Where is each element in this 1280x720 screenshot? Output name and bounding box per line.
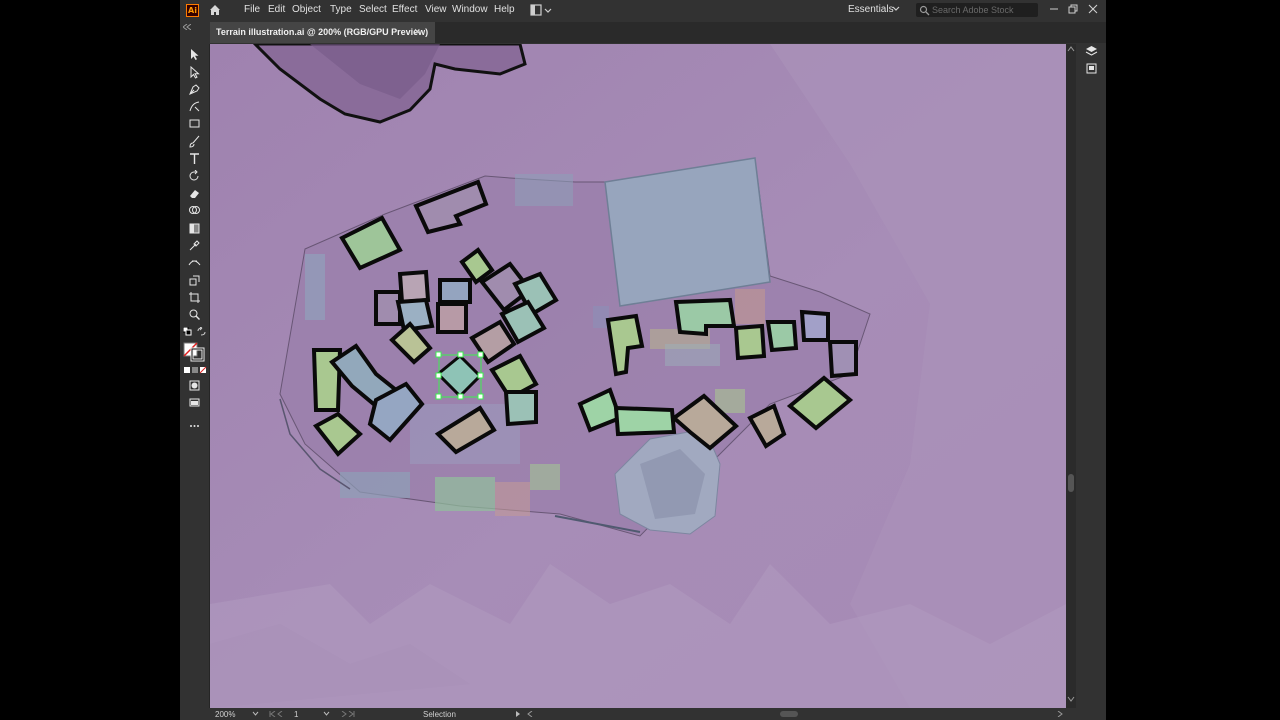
draw-mode-icon[interactable] [188,379,201,392]
arrange-documents-icon[interactable] [530,4,552,16]
workspace-switcher[interactable]: Essentials [848,4,894,15]
default-colors-icon[interactable] [183,327,192,336]
tools-panel [180,44,210,708]
selection-tool-icon[interactable] [188,48,201,61]
first-artboard-icon[interactable] [268,711,286,717]
horizontal-scroll-thumb[interactable] [780,711,798,717]
menu-edit[interactable]: Edit [268,4,285,15]
scroll-left-icon[interactable] [527,711,534,717]
zoom-dropdown-icon[interactable] [252,711,259,717]
color-mode-buttons[interactable] [183,366,207,374]
type-tool-icon[interactable] [188,152,201,165]
artboard-tool-icon[interactable] [188,291,201,304]
layers-panel-icon[interactable] [1085,44,1098,57]
close-tab-icon[interactable]: × [414,26,420,38]
home-icon[interactable] [208,3,222,17]
paintbrush-tool-icon[interactable] [188,135,201,148]
search-placeholder: Search Adobe Stock [932,5,1014,15]
next-artboard-icon[interactable] [338,711,356,717]
minimize-icon[interactable] [1048,3,1060,15]
menu-object[interactable]: Object [292,4,321,15]
chevron-down-icon[interactable] [892,5,900,13]
zoom-tool-icon[interactable] [188,308,201,321]
rectangle-tool-icon[interactable] [188,117,201,130]
right-panel-dock [1077,44,1106,708]
vertical-scroll-thumb[interactable] [1068,474,1074,492]
curvature-tool-icon[interactable] [188,100,201,113]
menu-window[interactable]: Window [452,4,488,15]
status-menu-icon[interactable] [515,711,522,717]
app-logo-icon: Ai [186,4,199,17]
more-tools-icon[interactable] [188,419,201,432]
document-tab-title: Terrain illustration.ai @ 200% (RGB/GPU … [216,27,429,37]
menu-help[interactable]: Help [494,4,515,15]
status-bar: 200% 1 Selection [180,708,1106,720]
artboard-number[interactable]: 1 [294,710,298,719]
menu-view[interactable]: View [425,4,447,15]
menu-select[interactable]: Select [359,4,387,15]
current-tool-label: Selection [423,710,456,719]
stock-search-input[interactable]: Search Adobe Stock [916,3,1038,17]
eyedropper-tool-icon[interactable] [188,239,201,252]
document-tab-bar: Terrain illustration.ai @ 200% (RGB/GPU … [210,22,1106,43]
scroll-up-icon[interactable] [1067,46,1075,52]
swap-colors-icon[interactable] [197,327,206,336]
direct-selection-tool-icon[interactable] [188,66,201,79]
terrain-illustration [210,44,1066,708]
fill-stroke-swatch[interactable] [183,342,205,362]
menu-effect[interactable]: Effect [392,4,417,15]
eraser-tool-icon[interactable] [188,187,201,200]
libraries-panel-icon[interactable] [1085,62,1098,75]
menu-type[interactable]: Type [330,4,352,15]
close-window-icon[interactable] [1087,3,1099,15]
pen-tool-icon[interactable] [188,83,201,96]
width-tool-icon[interactable] [188,256,201,269]
screen-mode-icon[interactable] [188,396,201,409]
restore-icon[interactable] [1067,3,1079,15]
zoom-level[interactable]: 200% [215,710,235,719]
artboard-canvas[interactable] [210,44,1066,708]
vertical-scrollbar[interactable] [1066,44,1076,708]
scroll-down-icon[interactable] [1067,696,1075,702]
illustrator-window: Ai File Edit Object Type Select Effect V… [180,0,1106,720]
rotate-tool-icon[interactable] [188,170,201,183]
search-icon [919,5,930,16]
collapse-toolbar-icon[interactable] [183,24,191,30]
menu-file[interactable]: File [244,4,260,15]
shape-builder-tool-icon[interactable] [188,204,201,217]
scroll-right-icon[interactable] [1056,711,1063,717]
document-tab[interactable]: Terrain illustration.ai @ 200% (RGB/GPU … [210,22,435,43]
gradient-tool-icon[interactable] [188,222,201,235]
scale-tool-icon[interactable] [188,274,201,287]
menu-bar: Ai File Edit Object Type Select Effect V… [180,0,1106,21]
artboard-dropdown-icon[interactable] [323,711,330,717]
